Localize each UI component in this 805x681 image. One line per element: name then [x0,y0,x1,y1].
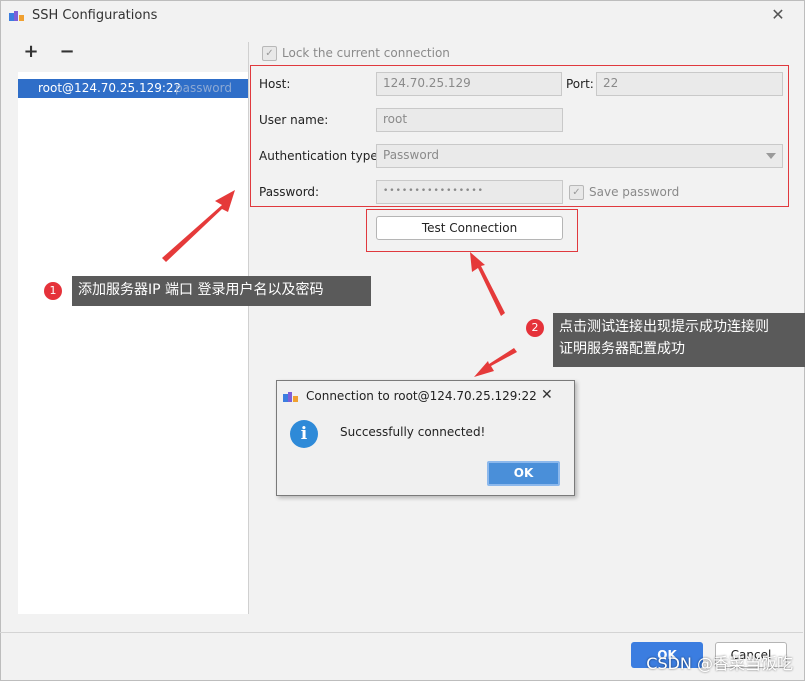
arrow-1 [162,190,235,262]
step-badge-1: 1 [44,282,62,300]
close-icon[interactable]: ✕ [541,387,553,403]
popup-message: Successfully connected! [340,425,486,439]
app-icon [283,392,298,402]
callout-2-line-2: 证明服务器配置成功 [559,341,685,357]
callout-2: 点击测试连接出现提示成功连接则 证明服务器配置成功 [553,313,805,367]
arrow-3 [474,348,517,377]
connection-result-dialog: Connection to root@124.70.25.129:22 ✕ i … [276,380,575,496]
info-icon: i [290,420,318,448]
callout-1: 添加服务器IP 端口 登录用户名以及密码 [72,276,371,306]
footer-divider [0,632,803,633]
arrow-2 [470,252,505,316]
popup-title: Connection to root@124.70.25.129:22 [306,389,537,403]
watermark: CSDN @香菜当饭吃 [646,654,793,673]
popup-ok-button[interactable]: OK [487,461,560,486]
callout-2-line-1: 点击测试连接出现提示成功连接则 [559,319,769,335]
step-badge-2: 2 [526,319,544,337]
